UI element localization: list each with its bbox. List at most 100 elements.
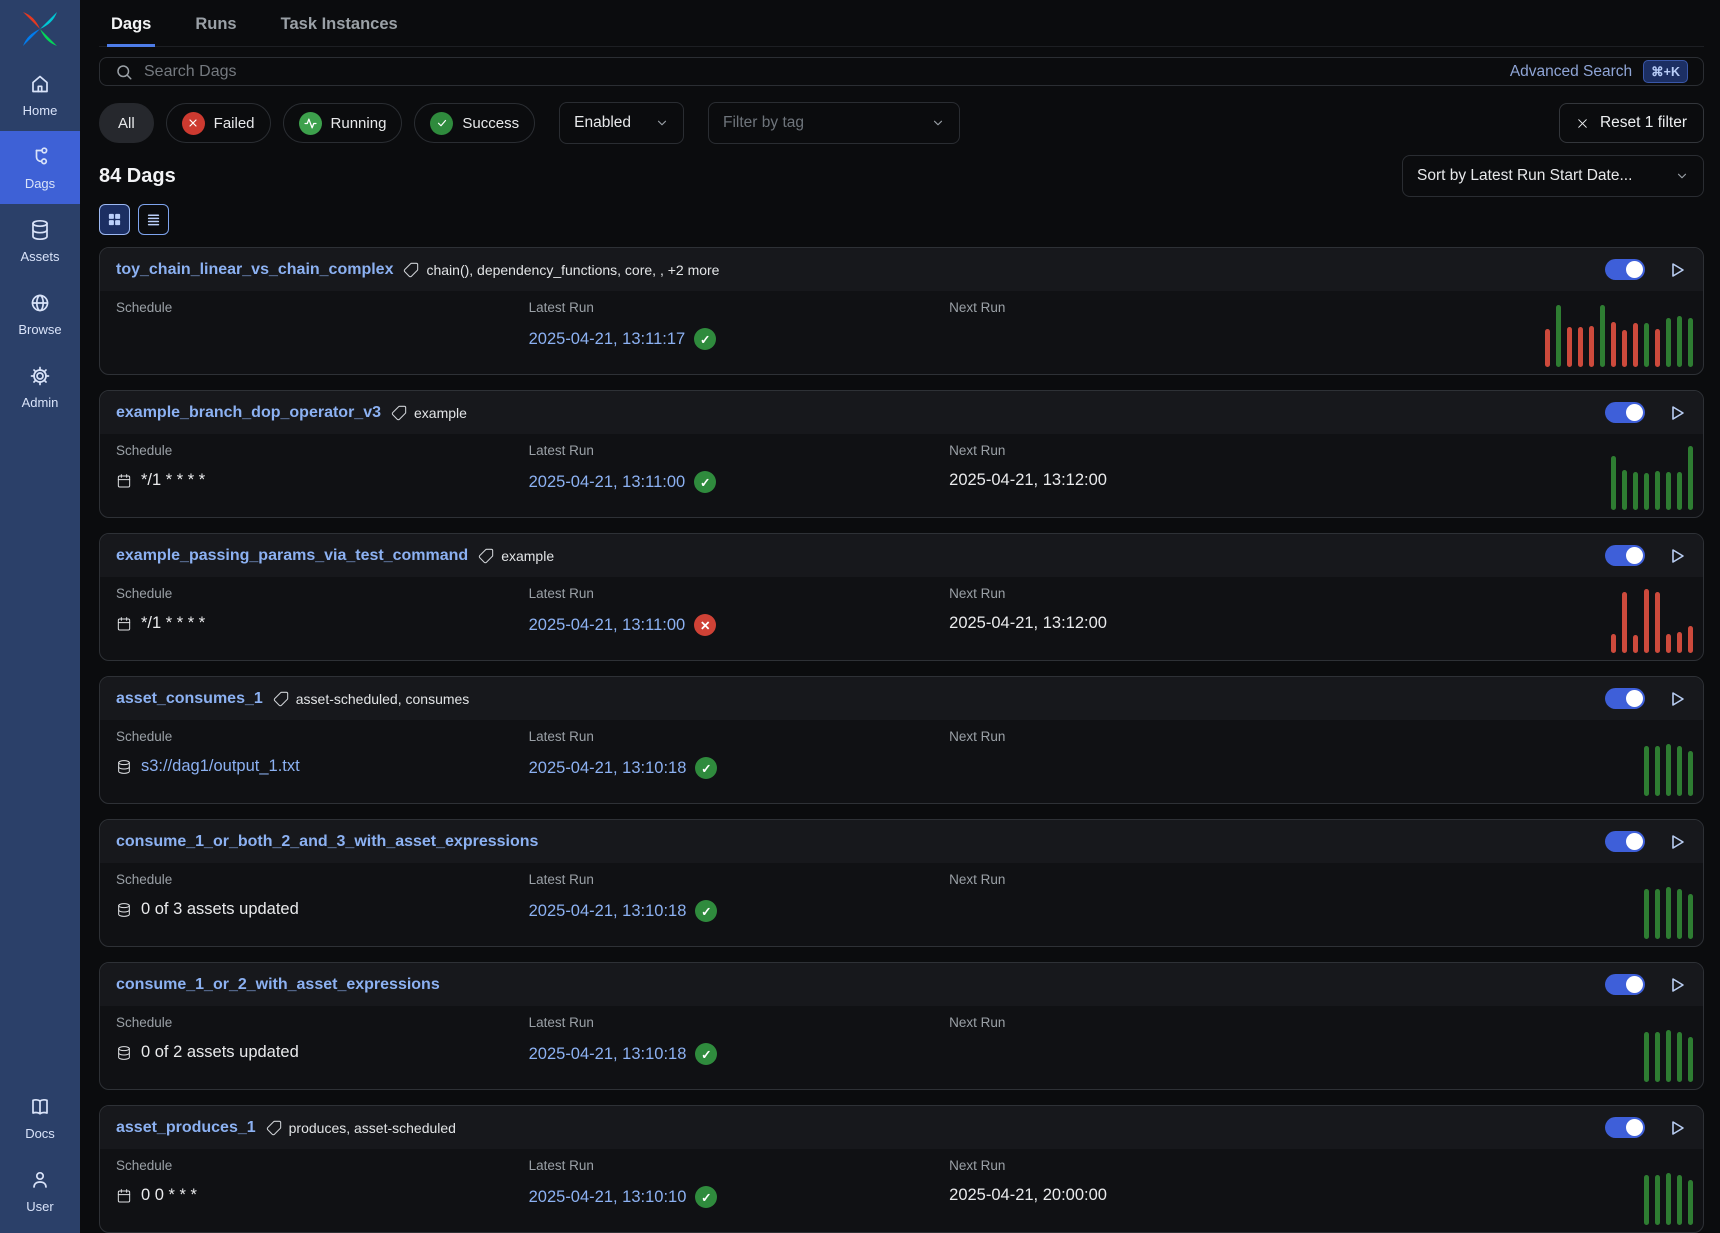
run-bar[interactable] (1556, 305, 1561, 367)
trigger-dag-button[interactable] (1667, 403, 1687, 423)
run-bar[interactable] (1677, 316, 1682, 367)
tag-filter-select[interactable]: Filter by tag (708, 102, 960, 144)
sidebar-item-browse[interactable]: Browse (0, 277, 80, 350)
dag-title-link[interactable]: asset_produces_1 (116, 1119, 256, 1137)
run-bar[interactable] (1688, 1037, 1693, 1082)
run-bar[interactable] (1688, 446, 1693, 510)
run-bar[interactable] (1666, 1030, 1671, 1082)
dag-enabled-toggle[interactable] (1605, 974, 1645, 995)
run-bar[interactable] (1677, 1175, 1682, 1225)
run-bar[interactable] (1655, 1175, 1660, 1225)
run-bar[interactable] (1644, 323, 1649, 367)
airflow-logo[interactable] (0, 0, 80, 58)
schedule-text[interactable]: */1 * * * * (141, 614, 205, 633)
sidebar-item-admin[interactable]: Admin (0, 350, 80, 423)
filter-chip-success[interactable]: Success (414, 103, 535, 143)
latest-run-link[interactable]: 2025-04-21, 13:10:10 (529, 1188, 687, 1207)
run-bar[interactable] (1611, 322, 1616, 367)
latest-run-link[interactable]: 2025-04-21, 13:10:18 (529, 1045, 687, 1064)
sidebar-item-assets[interactable]: Assets (0, 204, 80, 277)
run-bar[interactable] (1633, 472, 1638, 510)
run-bar[interactable] (1611, 634, 1616, 653)
trigger-dag-button[interactable] (1667, 975, 1687, 995)
run-bar[interactable] (1666, 744, 1671, 796)
run-bar[interactable] (1688, 894, 1693, 939)
run-bar[interactable] (1589, 326, 1594, 367)
run-bar[interactable] (1666, 1173, 1671, 1225)
sidebar-item-docs[interactable]: Docs (0, 1081, 80, 1154)
run-bar[interactable] (1655, 471, 1660, 510)
dag-title-link[interactable]: consume_1_or_2_with_asset_expressions (116, 976, 440, 994)
trigger-dag-button[interactable] (1667, 260, 1687, 280)
run-bar[interactable] (1644, 889, 1649, 939)
sidebar-item-dags[interactable]: Dags (0, 131, 80, 204)
sidebar-item-user[interactable]: User (0, 1154, 80, 1227)
run-bar[interactable] (1600, 305, 1605, 367)
run-bar[interactable] (1688, 318, 1693, 367)
run-bar[interactable] (1633, 323, 1638, 367)
run-bar[interactable] (1677, 1032, 1682, 1082)
filter-chip-all[interactable]: All (99, 103, 154, 143)
latest-run-link[interactable]: 2025-04-21, 13:11:00 (529, 473, 686, 492)
sort-select[interactable]: Sort by Latest Run Start Date... (1402, 155, 1704, 197)
advanced-search-link[interactable]: Advanced Search (1510, 63, 1632, 81)
card-view-button[interactable] (99, 204, 130, 235)
dag-enabled-toggle[interactable] (1605, 545, 1645, 566)
dag-title-link[interactable]: example_passing_params_via_test_command (116, 547, 468, 565)
schedule-text[interactable]: 0 0 * * * (141, 1186, 197, 1205)
run-bar[interactable] (1644, 473, 1649, 510)
run-bar[interactable] (1677, 746, 1682, 796)
run-bar[interactable] (1644, 1175, 1649, 1225)
run-bar[interactable] (1688, 1180, 1693, 1225)
sidebar-item-home[interactable]: Home (0, 58, 80, 131)
dag-title-link[interactable]: consume_1_or_both_2_and_3_with_asset_exp… (116, 833, 538, 851)
run-bar[interactable] (1644, 746, 1649, 796)
run-bar[interactable] (1578, 327, 1583, 367)
run-bar[interactable] (1567, 327, 1572, 367)
run-bar[interactable] (1666, 318, 1671, 367)
schedule-text[interactable]: 0 of 2 assets updated (141, 1043, 299, 1062)
run-bar[interactable] (1611, 456, 1616, 510)
run-bar[interactable] (1677, 632, 1682, 653)
dag-enabled-toggle[interactable] (1605, 688, 1645, 709)
run-bar[interactable] (1666, 634, 1671, 653)
schedule-text[interactable]: */1 * * * * (141, 471, 205, 490)
run-bar[interactable] (1644, 1032, 1649, 1082)
run-bar[interactable] (1644, 589, 1649, 653)
filter-chip-failed[interactable]: Failed (166, 103, 271, 143)
run-bar[interactable] (1545, 329, 1550, 367)
run-bar[interactable] (1677, 889, 1682, 939)
trigger-dag-button[interactable] (1667, 689, 1687, 709)
run-bar[interactable] (1688, 626, 1693, 653)
latest-run-link[interactable]: 2025-04-21, 13:11:00 (529, 616, 686, 635)
run-bar[interactable] (1622, 470, 1627, 510)
run-bar[interactable] (1666, 887, 1671, 939)
filter-chip-running[interactable]: Running (283, 103, 403, 143)
tab-dags[interactable]: Dags (107, 0, 155, 47)
tab-task-instances[interactable]: Task Instances (277, 0, 402, 47)
enabled-filter-select[interactable]: Enabled (559, 102, 684, 144)
run-bar[interactable] (1622, 592, 1627, 653)
search-input[interactable] (144, 63, 1499, 81)
dag-enabled-toggle[interactable] (1605, 402, 1645, 423)
run-bar[interactable] (1655, 329, 1660, 367)
schedule-text[interactable]: s3://dag1/output_1.txt (141, 757, 300, 776)
run-bar[interactable] (1655, 1032, 1660, 1082)
trigger-dag-button[interactable] (1667, 1118, 1687, 1138)
run-bar[interactable] (1688, 751, 1693, 796)
run-bar[interactable] (1677, 472, 1682, 510)
latest-run-link[interactable]: 2025-04-21, 13:10:18 (529, 759, 687, 778)
reset-filter-button[interactable]: Reset 1 filter (1559, 103, 1704, 143)
dag-enabled-toggle[interactable] (1605, 1117, 1645, 1138)
dag-title-link[interactable]: example_branch_dop_operator_v3 (116, 404, 381, 422)
run-bar[interactable] (1622, 330, 1627, 367)
run-bar[interactable] (1655, 746, 1660, 796)
run-bar[interactable] (1655, 592, 1660, 653)
dag-title-link[interactable]: asset_consumes_1 (116, 690, 263, 708)
trigger-dag-button[interactable] (1667, 832, 1687, 852)
latest-run-link[interactable]: 2025-04-21, 13:10:18 (529, 902, 687, 921)
tab-runs[interactable]: Runs (191, 0, 240, 47)
trigger-dag-button[interactable] (1667, 546, 1687, 566)
dag-title-link[interactable]: toy_chain_linear_vs_chain_complex (116, 261, 393, 279)
list-view-button[interactable] (138, 204, 169, 235)
